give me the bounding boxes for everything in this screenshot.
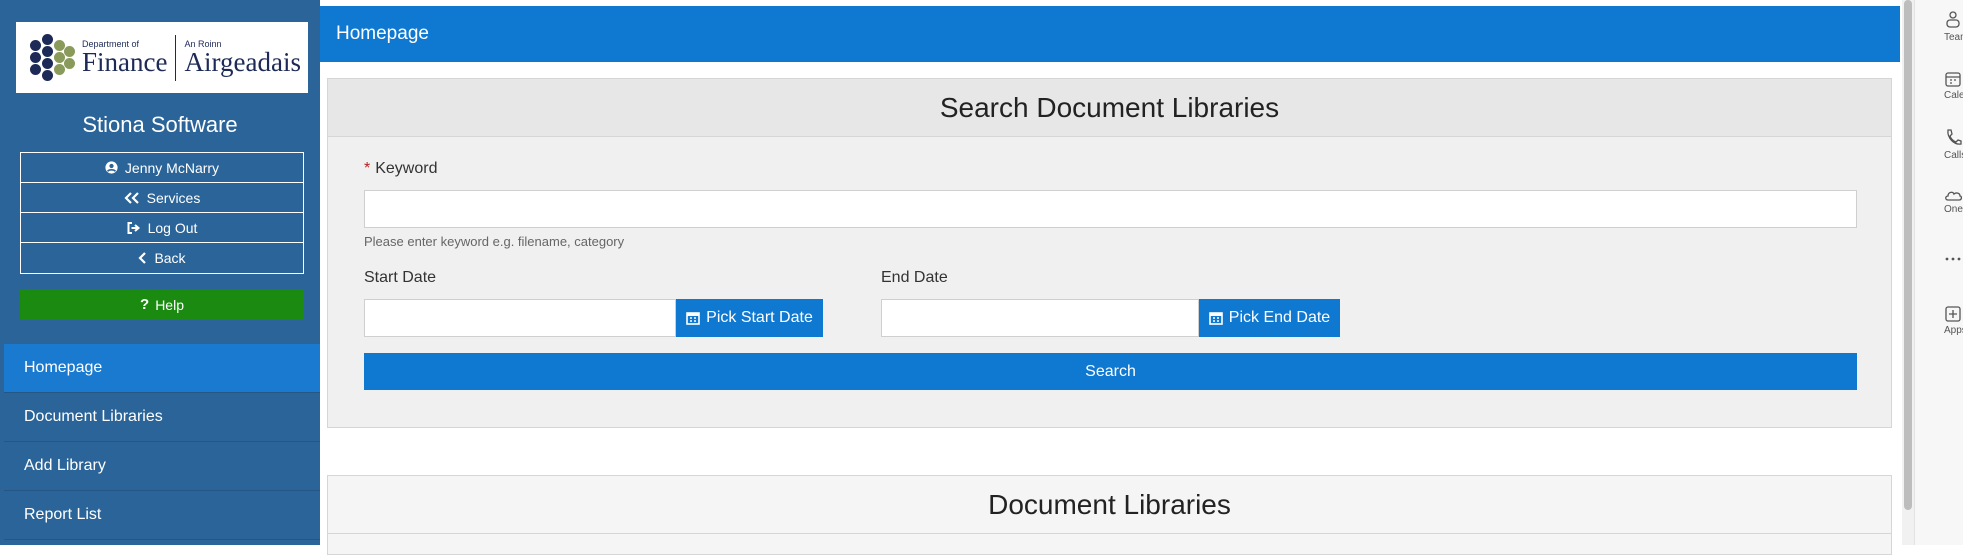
user-circle-icon xyxy=(105,161,118,174)
user-menu: Jenny McNarry Services Log Out Back xyxy=(20,152,304,274)
document-libraries-panel: Document Libraries xyxy=(327,475,1892,555)
rail-item-more[interactable] xyxy=(1915,256,1963,264)
teams-icon xyxy=(1946,11,1960,28)
search-panel: Search Document Libraries * Keyword Pleas… xyxy=(327,78,1892,428)
sidebar-item-add-library[interactable]: Add Library xyxy=(4,442,320,491)
hexagon-emblem-icon xyxy=(28,32,75,84)
page-title: Homepage xyxy=(336,23,429,44)
calendar-icon xyxy=(686,312,700,325)
apps-icon xyxy=(1945,306,1961,322)
sidebar-item-label: Document Libraries xyxy=(24,408,163,425)
keyword-label-text: Keyword xyxy=(375,160,438,177)
services-label: Services xyxy=(146,189,201,206)
pick-end-date-button[interactable]: Pick End Date xyxy=(1199,299,1340,337)
rail-label: Calendar xyxy=(1944,90,1963,101)
calendar-icon xyxy=(1208,312,1223,325)
double-chevron-left-icon xyxy=(124,191,139,204)
search-button-label: Search xyxy=(1085,362,1136,380)
user-menu-profile[interactable]: Jenny McNarry xyxy=(21,153,303,183)
start-date-label: Start Date xyxy=(364,269,437,286)
required-mark: * xyxy=(364,160,371,177)
rail-label: Calls xyxy=(1944,150,1963,161)
search-panel-title: Search Document Libraries xyxy=(328,79,1891,137)
rail-label: Teams xyxy=(1944,32,1963,43)
logout-label: Log Out xyxy=(147,219,198,236)
rail-item-apps[interactable]: Apps xyxy=(1915,305,1963,336)
sidebar-nav: Homepage Document Libraries Add Library … xyxy=(4,344,320,540)
app-rail: Teams Calendar Calls OneDrive Apps xyxy=(1914,0,1963,545)
sign-out-icon xyxy=(127,221,140,234)
rail-item-teams[interactable]: Teams xyxy=(1915,10,1963,43)
rail-item-calls[interactable]: Calls xyxy=(1915,128,1963,161)
keyword-label: * Keyword xyxy=(364,160,437,178)
sidebar: Department of Finance An Roinn Airgeadai… xyxy=(0,0,320,545)
user-menu-back[interactable]: Back xyxy=(21,243,303,273)
start-date-input[interactable] xyxy=(364,299,676,337)
department-logo: Department of Finance An Roinn Airgeadai… xyxy=(16,22,308,93)
sidebar-item-homepage[interactable]: Homepage xyxy=(4,344,320,393)
rail-label: Apps xyxy=(1944,325,1963,336)
page-header: Homepage xyxy=(320,6,1900,62)
sidebar-item-label: Report List xyxy=(24,506,102,523)
chevron-left-icon xyxy=(138,252,147,264)
help-button[interactable]: ? Help xyxy=(20,289,304,320)
calendar-icon xyxy=(1945,72,1961,87)
calls-icon xyxy=(1947,129,1962,145)
logo-big-text: Finance xyxy=(82,46,168,77)
logo-big-text: Airgeadais xyxy=(184,46,301,77)
user-menu-logout[interactable]: Log Out xyxy=(21,213,303,243)
onedrive-icon xyxy=(1945,191,1962,201)
keyword-input[interactable] xyxy=(364,190,1857,228)
logo-divider xyxy=(175,34,177,81)
user-menu-services[interactable]: Services xyxy=(21,183,303,213)
sidebar-item-label: Add Library xyxy=(24,457,106,474)
logo-text-irish: An Roinn Airgeadais xyxy=(184,39,301,77)
question-icon: ? xyxy=(140,296,150,313)
user-name: Jenny McNarry xyxy=(124,159,220,176)
sidebar-item-label: Homepage xyxy=(24,359,103,376)
pick-start-date-label: Pick Start Date xyxy=(706,309,813,326)
sidebar-item-report-list[interactable]: Report List xyxy=(4,491,320,540)
end-date-input[interactable] xyxy=(881,299,1199,337)
app-title: Stiona Software xyxy=(82,112,238,137)
search-button[interactable]: Search xyxy=(364,353,1857,390)
pick-start-date-button[interactable]: Pick Start Date xyxy=(676,299,823,337)
rail-label: OneDrive xyxy=(1944,204,1963,215)
logo-text-english: Department of Finance xyxy=(82,39,168,77)
sidebar-item-document-libraries[interactable]: Document Libraries xyxy=(4,393,320,442)
document-libraries-title: Document Libraries xyxy=(328,476,1891,534)
back-label: Back xyxy=(154,250,186,266)
scrollbar-thumb[interactable] xyxy=(1904,0,1912,510)
help-label: Help xyxy=(155,296,184,313)
pick-end-date-label: Pick End Date xyxy=(1228,309,1331,326)
rail-item-onedrive[interactable]: OneDrive xyxy=(1915,188,1963,215)
rail-item-calendar[interactable]: Calendar xyxy=(1915,70,1963,101)
end-date-label: End Date xyxy=(881,269,948,286)
keyword-hint: Please enter keyword e.g. filename, cate… xyxy=(364,234,625,249)
more-icon xyxy=(1945,257,1961,261)
